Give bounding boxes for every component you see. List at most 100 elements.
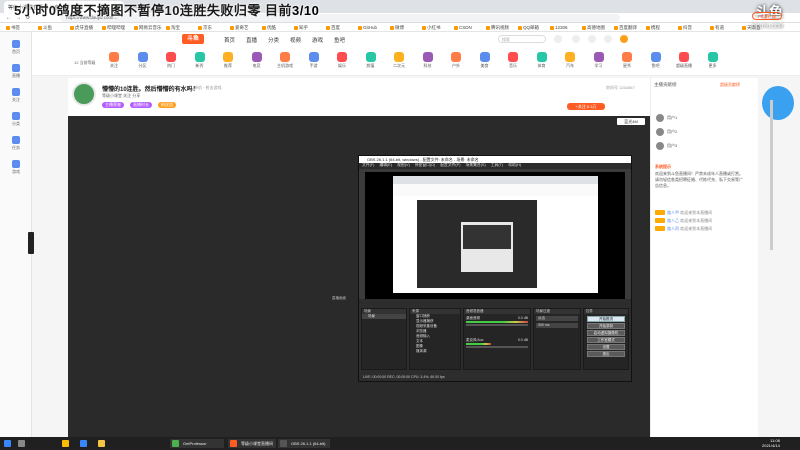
follow-button[interactable]: +关注 6.3万	[567, 103, 605, 110]
category-item[interactable]: 新秀	[188, 52, 212, 69]
volume-slider[interactable]	[466, 346, 528, 348]
rank-row[interactable]: 用户2	[656, 128, 677, 140]
history-icon[interactable]	[572, 35, 580, 43]
quality-button[interactable]: 蓝光4M	[617, 118, 645, 125]
control-button[interactable]: 设置	[587, 344, 625, 350]
bookmark-item[interactable]: 斗鱼	[38, 25, 52, 31]
transition-select[interactable]: 淡出	[536, 316, 578, 321]
scene-item[interactable]: 场景	[362, 314, 406, 319]
mascot-image[interactable]	[762, 86, 794, 120]
obs-menu-item[interactable]: 文件(F)	[362, 163, 374, 167]
category-item[interactable]: 颜值	[359, 52, 383, 69]
bookmark-item[interactable]: 哔哩哔哩	[102, 25, 125, 31]
category-item[interactable]: 科技	[416, 52, 440, 69]
control-button[interactable]: 开始推流	[587, 316, 625, 322]
user-avatar[interactable]	[620, 35, 628, 43]
obs-menu-item[interactable]: 工具(T)	[491, 163, 503, 167]
category-item[interactable]: 推荐	[216, 52, 240, 69]
chat-user[interactable]: 路人丙	[667, 226, 679, 231]
bookmark-item[interactable]: 优酷	[262, 25, 276, 31]
obs-menu-item[interactable]: 帮助(H)	[508, 163, 521, 167]
category-item[interactable]: 手游	[302, 52, 326, 69]
message-icon[interactable]	[604, 35, 612, 43]
category-item[interactable]: 二次元	[387, 52, 411, 69]
bookmark-item[interactable]: 淘宝	[166, 25, 180, 31]
sidebar-item[interactable]: 首页	[2, 40, 30, 58]
bookmark-item[interactable]: 百度翻译	[614, 25, 637, 31]
search-icon[interactable]	[18, 440, 25, 447]
taskbar-app[interactable]	[96, 439, 112, 448]
bookmark-item[interactable]: 虎牙直播	[70, 25, 93, 31]
category-item[interactable]: 电竞	[245, 52, 269, 69]
bookmark-item[interactable]: 抖音	[678, 25, 692, 31]
control-button[interactable]: 退出	[587, 351, 625, 357]
control-button[interactable]: 工作室模式	[587, 337, 625, 343]
scrollbar[interactable]	[770, 100, 773, 250]
category-item[interactable]: 超级直播	[672, 52, 696, 69]
obs-menu-item[interactable]: 场景集合(S)	[465, 163, 485, 167]
nav-item[interactable]: 分类	[268, 36, 279, 44]
category-item[interactable]: 户外	[444, 52, 468, 69]
back-icon[interactable]: ←	[6, 15, 11, 21]
search-icon[interactable]	[554, 35, 562, 43]
bookmark-item[interactable]: QQ邮箱	[518, 25, 539, 31]
sidebar-item[interactable]: 游戏	[2, 160, 30, 178]
bookmark-item[interactable]: 有道	[710, 25, 724, 31]
room-badge[interactable]: 直播时长	[130, 102, 152, 108]
bookmark-item[interactable]: 高德地图	[582, 25, 605, 31]
search-input[interactable]: 搜索	[498, 35, 546, 43]
nav-item[interactable]: 直播	[246, 36, 257, 44]
control-button[interactable]: 开始录制	[587, 323, 625, 329]
chat-user[interactable]: 路人乙	[667, 218, 679, 223]
taskbar-app[interactable]: GetProfessor	[170, 439, 224, 448]
volume-slider[interactable]	[466, 324, 528, 326]
obs-preview[interactable]	[365, 172, 625, 299]
category-item[interactable]: 美食	[473, 52, 497, 69]
bookmark-item[interactable]: 书签	[6, 25, 20, 31]
taskbar-app[interactable]	[60, 439, 76, 448]
room-badge[interactable]: 主播荣誉	[102, 102, 124, 108]
sidebar-item[interactable]: 分类	[2, 112, 30, 130]
taskbar-app[interactable]	[78, 439, 94, 448]
category-item[interactable]: 汽车	[558, 52, 582, 69]
category-item[interactable]: 分区	[131, 52, 155, 69]
taskbar-app[interactable]: 等级小课堂直播间	[228, 439, 276, 448]
rank-row[interactable]: 用户3	[656, 142, 677, 154]
obs-menu-item[interactable]: 编辑(E)	[379, 163, 392, 167]
site-logo[interactable]: 斗鱼	[182, 34, 204, 44]
bookmark-item[interactable]: 京东	[198, 25, 212, 31]
follow-icon[interactable]	[588, 35, 596, 43]
nav-item[interactable]: 视频	[290, 36, 301, 44]
category-item[interactable]: 体育	[530, 52, 554, 69]
room-badge[interactable]: 粉丝团	[158, 102, 176, 108]
bookmark-item[interactable]: 网易云音乐	[134, 25, 162, 31]
category-item[interactable]: 音乐	[501, 52, 525, 69]
room-category[interactable]: 单机 · 射击游戏	[194, 85, 222, 91]
bookmark-item[interactable]: 腾讯视频	[486, 25, 509, 31]
rank-tab[interactable]: 主播贡献榜	[654, 82, 677, 88]
bookmark-item[interactable]: 小红书	[422, 25, 441, 31]
bookmark-item[interactable]: GitHub	[358, 25, 377, 30]
obs-menu-item[interactable]: 停靠窗口(D)	[415, 163, 435, 167]
bookmark-item[interactable]: 爱奇艺	[230, 25, 249, 31]
category-item[interactable]: 学习	[587, 52, 611, 69]
pc-client-button[interactable]: PC客户端	[752, 12, 782, 20]
category-item[interactable]: 主机游戏	[273, 52, 297, 69]
nav-item[interactable]: 游戏	[312, 36, 323, 44]
sidebar-item[interactable]: 关注	[2, 88, 30, 106]
bookmark-item[interactable]: 携程	[646, 25, 660, 31]
duration-field[interactable]: 300 ms	[536, 323, 578, 328]
sidebar-collapse-handle[interactable]	[28, 232, 34, 254]
rank-row[interactable]: 用户1	[656, 114, 677, 126]
nav-item[interactable]: 首页	[224, 36, 235, 44]
category-item[interactable]: 星秀	[615, 52, 639, 69]
bookmark-item[interactable]: 微博	[390, 25, 404, 31]
control-button[interactable]: 启动虚拟摄像机	[587, 330, 625, 336]
start-icon[interactable]	[4, 440, 11, 447]
obs-menu-item[interactable]: 视图(V)	[397, 163, 410, 167]
category-item[interactable]: 更多	[701, 52, 725, 69]
super-rank-tab[interactable]: 超级贡献榜	[720, 82, 740, 88]
category-item[interactable]: 娱乐	[330, 52, 354, 69]
source-item[interactable]: 媒体源	[410, 349, 460, 354]
taskbar-app[interactable]: OBS 26.1.1 (64-bit)	[278, 439, 330, 448]
